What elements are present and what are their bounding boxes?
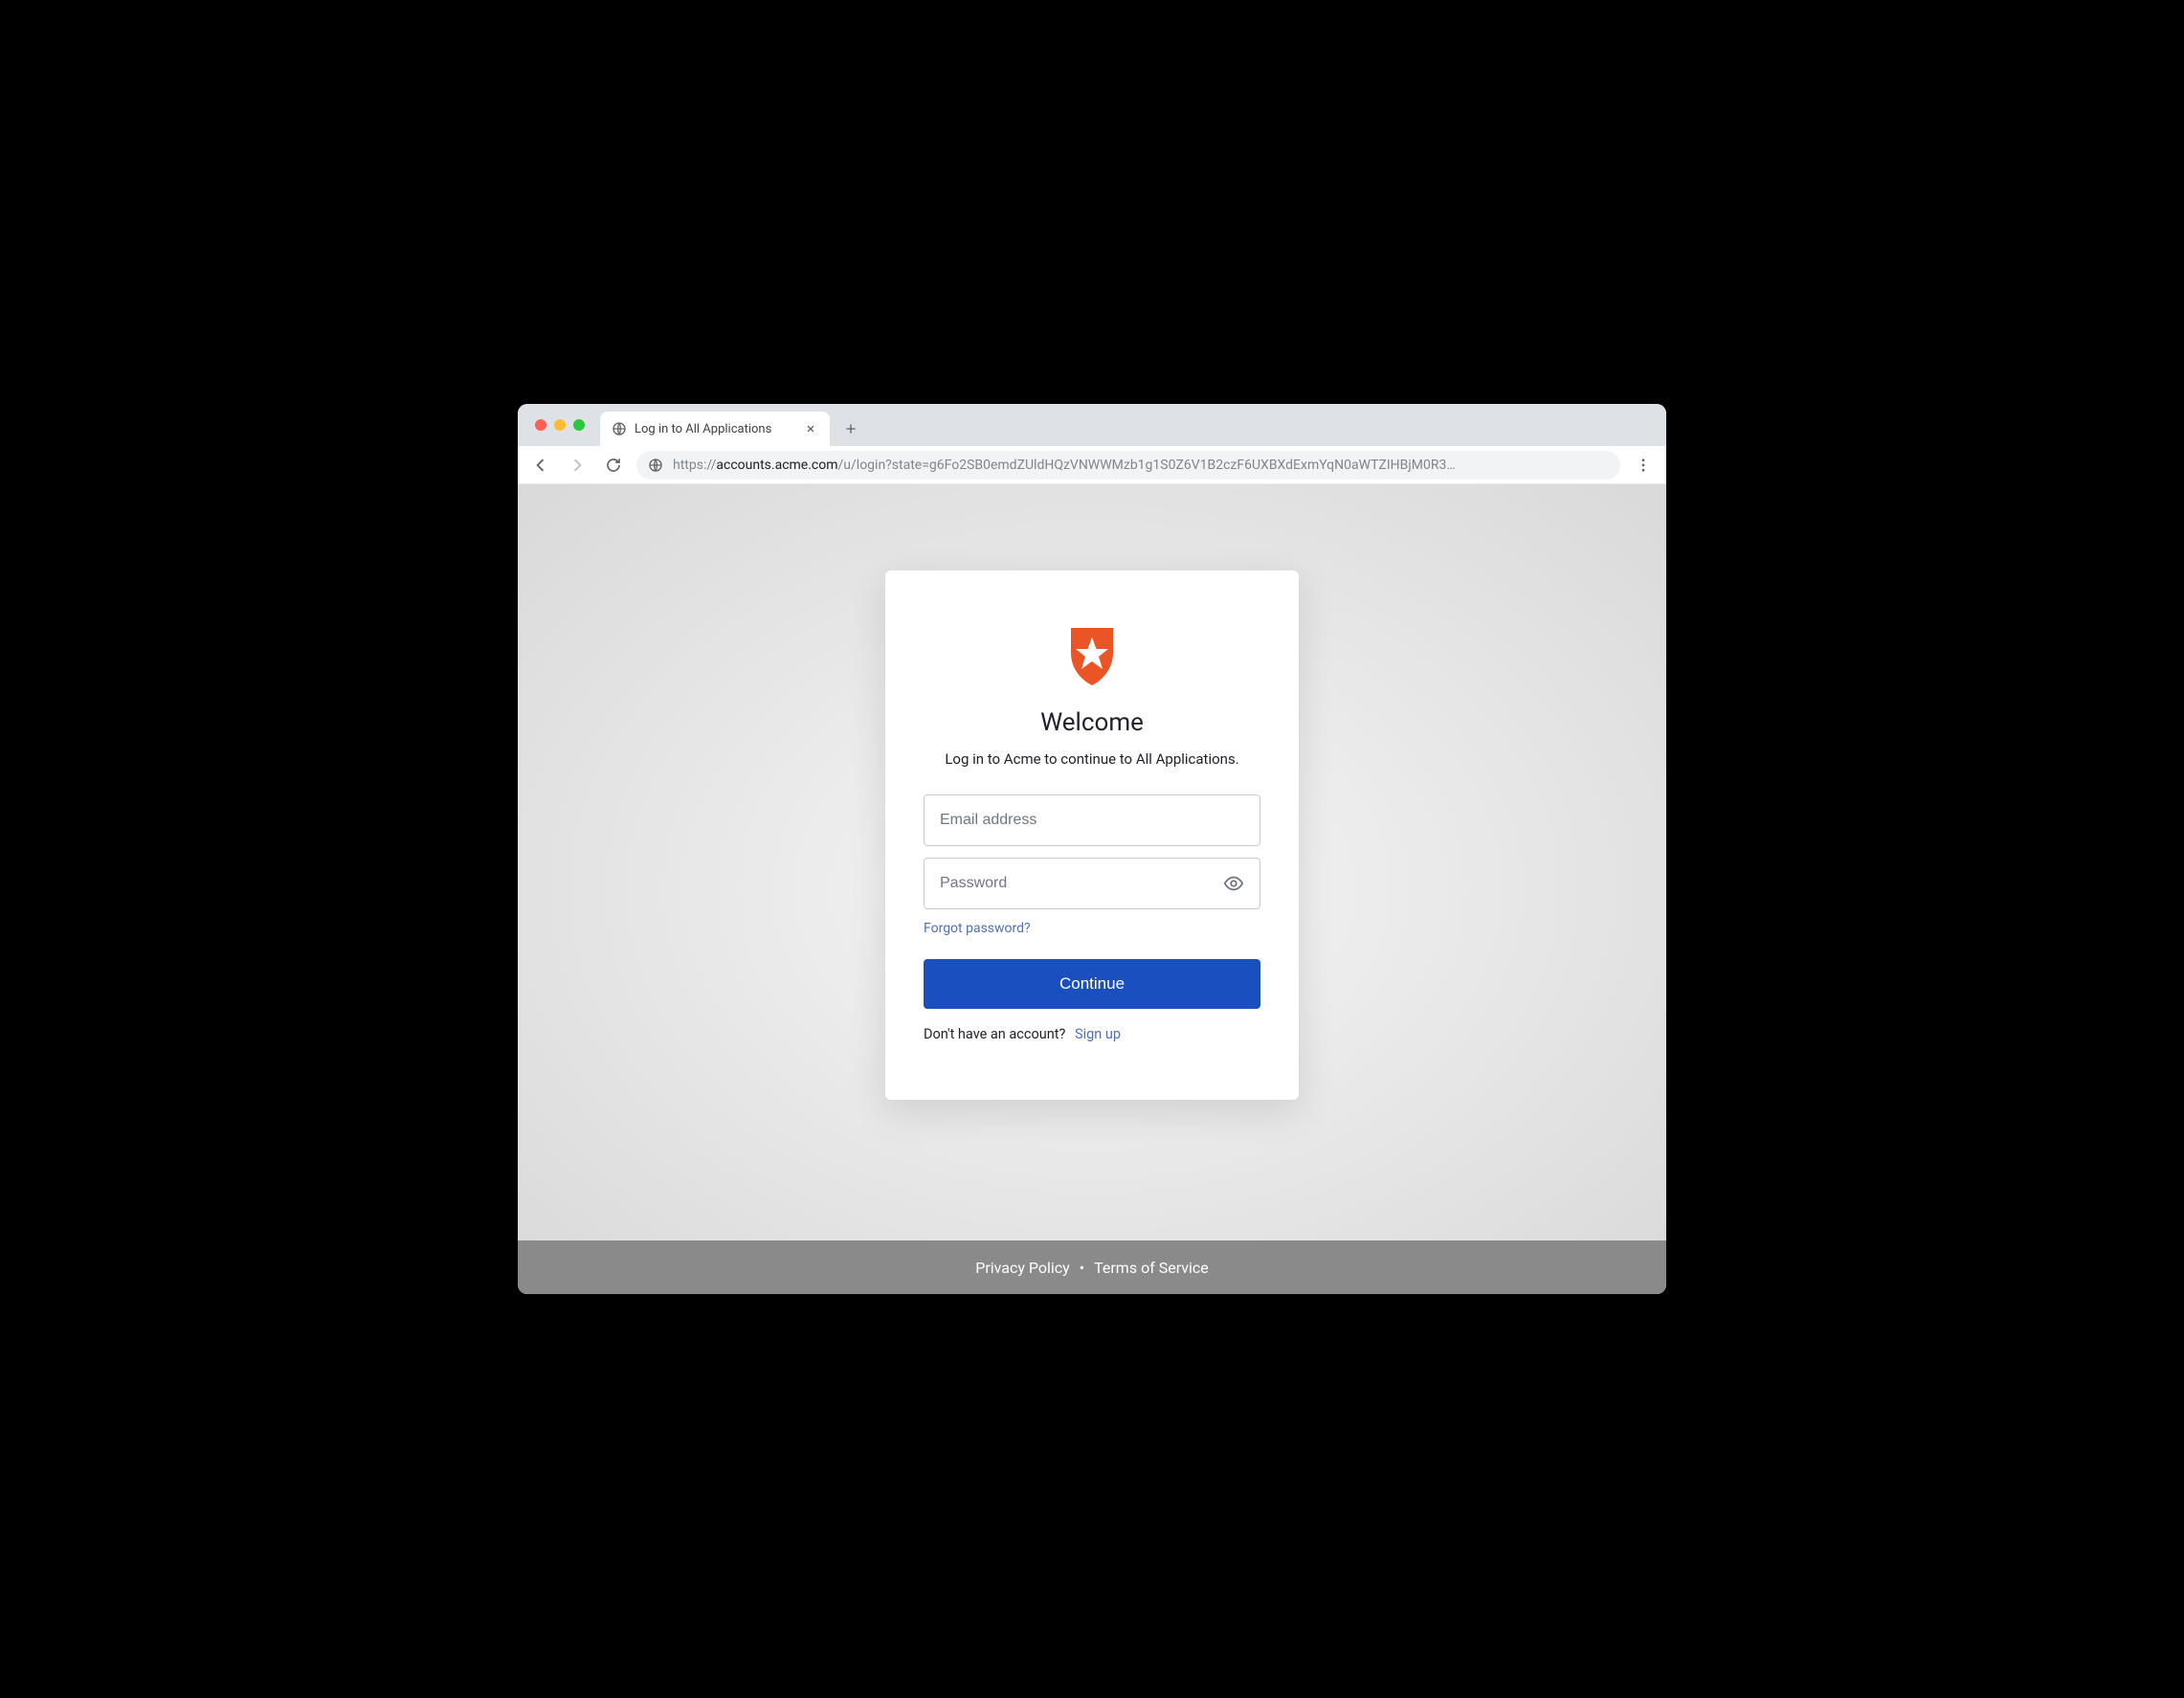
continue-button[interactable]: Continue (924, 959, 1260, 1009)
page-body: Welcome Log in to Acme to continue to Al… (518, 484, 1666, 1240)
forward-button[interactable] (564, 452, 591, 479)
email-field-wrapper[interactable] (924, 794, 1260, 846)
browser-tab[interactable]: Log in to All Applications (600, 412, 830, 446)
email-input[interactable] (940, 812, 1244, 829)
tab-title: Log in to All Applications (635, 422, 795, 436)
password-field-wrapper[interactable] (924, 858, 1260, 909)
forgot-password-row: Forgot password? (924, 921, 1260, 936)
tab-close-button[interactable] (803, 421, 818, 436)
welcome-subtitle: Log in to Acme to continue to All Applic… (924, 750, 1260, 768)
privacy-policy-link[interactable]: Privacy Policy (975, 1259, 1070, 1277)
site-info-icon[interactable] (648, 458, 663, 473)
browser-toolbar: https://accounts.acme.com/u/login?state=… (518, 446, 1666, 484)
show-password-icon[interactable] (1223, 872, 1244, 895)
back-button[interactable] (527, 452, 554, 479)
page-footer: Privacy Policy • Terms of Service (518, 1240, 1666, 1294)
login-card: Welcome Log in to Acme to continue to Al… (885, 570, 1299, 1100)
password-input[interactable] (940, 875, 1223, 892)
reload-button[interactable] (600, 452, 627, 479)
shield-star-logo-icon (1065, 628, 1119, 685)
footer-separator: • (1080, 1259, 1084, 1277)
terms-of-service-link[interactable]: Terms of Service (1094, 1259, 1209, 1277)
signup-prompt: Don't have an account? (924, 1026, 1065, 1042)
browser-menu-button[interactable] (1630, 452, 1657, 479)
signup-link[interactable]: Sign up (1075, 1026, 1121, 1042)
browser-window: Log in to All Applications (518, 404, 1666, 1294)
page-content: Welcome Log in to Acme to continue to Al… (518, 484, 1666, 1294)
window-maximize-button[interactable] (573, 419, 585, 431)
signup-row: Don't have an account? Sign up (924, 1026, 1260, 1042)
forgot-password-link[interactable]: Forgot password? (924, 921, 1031, 936)
welcome-title: Welcome (924, 708, 1260, 737)
window-close-button[interactable] (535, 419, 546, 431)
new-tab-button[interactable] (837, 415, 864, 442)
tab-bar: Log in to All Applications (518, 404, 1666, 446)
url-text: https://accounts.acme.com/u/login?state=… (673, 458, 1609, 473)
globe-icon (612, 421, 627, 436)
address-bar[interactable]: https://accounts.acme.com/u/login?state=… (636, 451, 1620, 480)
window-minimize-button[interactable] (554, 419, 566, 431)
window-controls (525, 404, 594, 446)
